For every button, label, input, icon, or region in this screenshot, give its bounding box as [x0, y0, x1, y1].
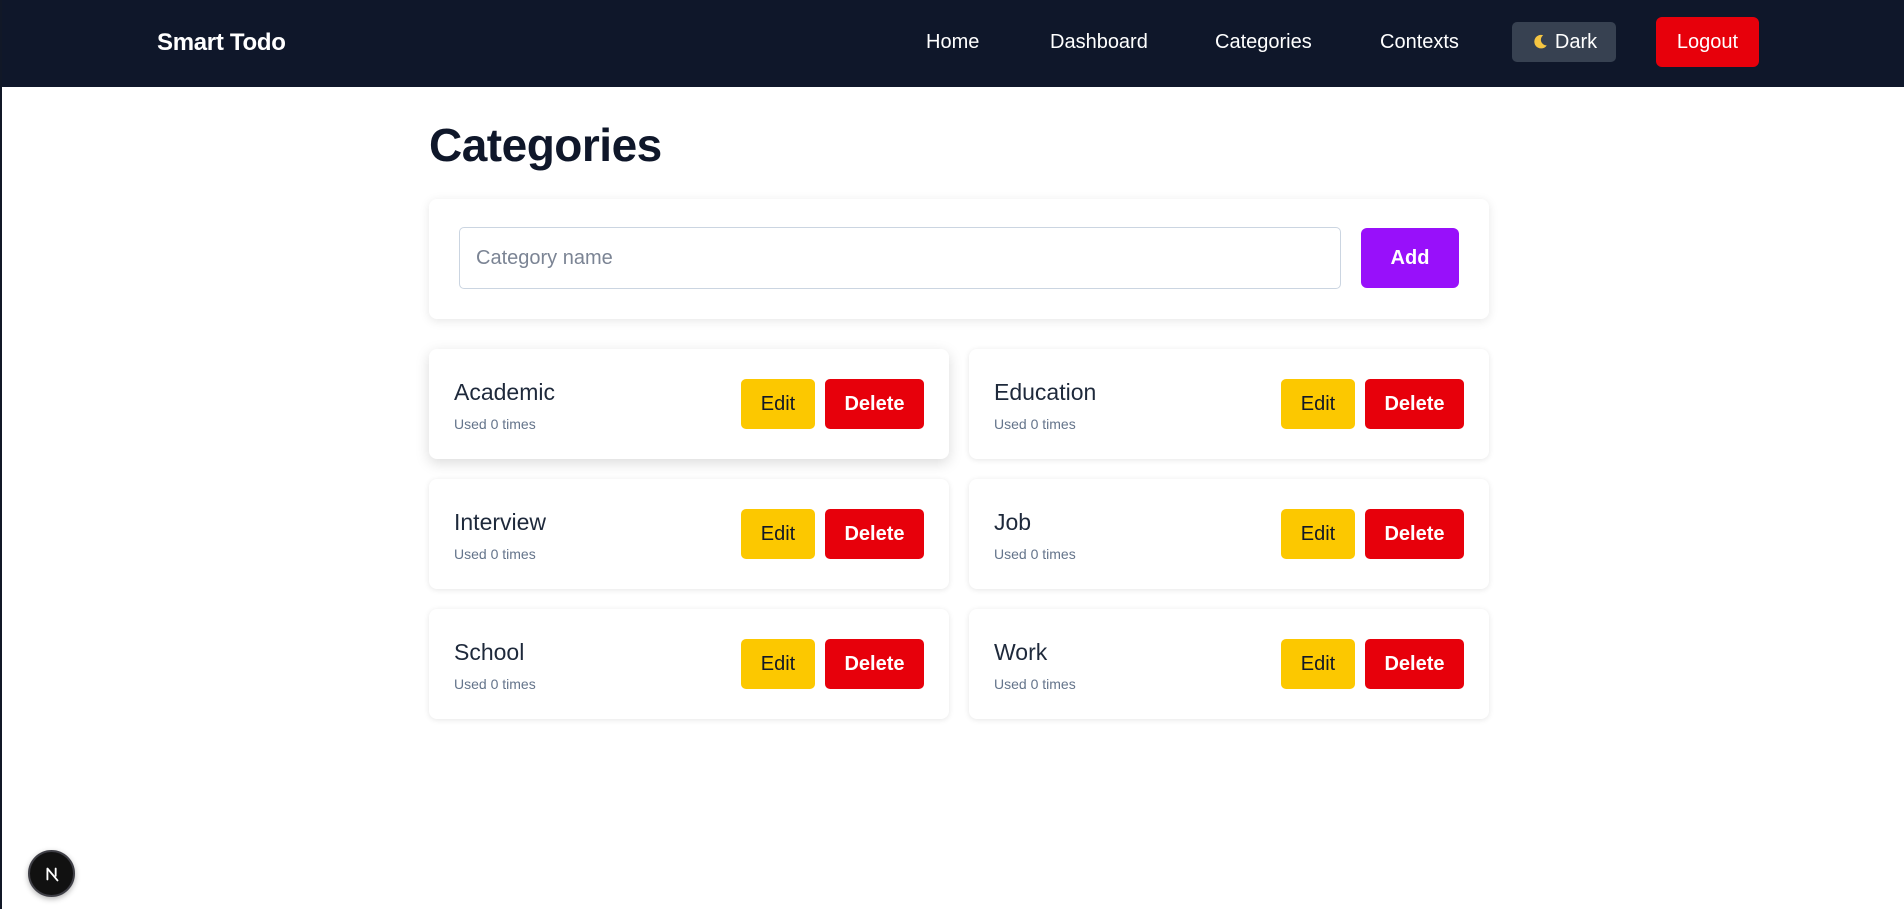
page-title: Categories	[429, 119, 662, 171]
category-name: School	[454, 639, 525, 665]
dark-mode-toggle[interactable]: Dark	[1512, 22, 1616, 62]
delete-category-button[interactable]: Delete	[825, 379, 924, 429]
edit-category-button[interactable]: Edit	[741, 509, 815, 559]
moon-icon	[1531, 33, 1549, 51]
category-card: School Used 0 times Edit Delete	[429, 609, 949, 719]
category-usage: Used 0 times	[994, 416, 1076, 432]
category-card: Job Used 0 times Edit Delete	[969, 479, 1489, 589]
delete-category-button[interactable]: Delete	[825, 509, 924, 559]
nextjs-dev-badge[interactable]	[28, 850, 75, 897]
category-card: Academic Used 0 times Edit Delete	[429, 349, 949, 459]
category-name: Work	[994, 639, 1048, 665]
category-usage: Used 0 times	[454, 676, 536, 692]
category-name: Academic	[454, 379, 555, 405]
nextjs-logo-icon	[41, 863, 63, 885]
category-name: Job	[994, 509, 1032, 535]
edit-category-button[interactable]: Edit	[741, 379, 815, 429]
nav-link-dashboard[interactable]: Dashboard	[1050, 31, 1148, 54]
category-name: Interview	[454, 509, 547, 535]
delete-category-button[interactable]: Delete	[825, 639, 924, 689]
nav-link-contexts[interactable]: Contexts	[1380, 31, 1459, 54]
top-navbar: Smart Todo Home Dashboard Categories Con…	[2, 0, 1904, 87]
category-name-input[interactable]	[459, 227, 1341, 289]
nav-links: Home Dashboard Categories Contexts	[2, 0, 1904, 87]
nav-link-home[interactable]: Home	[926, 31, 979, 54]
delete-category-button[interactable]: Delete	[1365, 509, 1464, 559]
category-card: Interview Used 0 times Edit Delete	[429, 479, 949, 589]
edit-category-button[interactable]: Edit	[741, 639, 815, 689]
add-category-card: Add	[429, 199, 1489, 319]
dark-mode-label: Dark	[1554, 30, 1598, 53]
nav-link-categories[interactable]: Categories	[1215, 31, 1312, 54]
edit-category-button[interactable]: Edit	[1281, 379, 1355, 429]
category-usage: Used 0 times	[994, 676, 1076, 692]
logout-button[interactable]: Logout	[1656, 17, 1759, 67]
delete-category-button[interactable]: Delete	[1365, 379, 1464, 429]
category-usage: Used 0 times	[454, 546, 536, 562]
category-card: Work Used 0 times Edit Delete	[969, 609, 1489, 719]
add-category-button[interactable]: Add	[1361, 228, 1459, 288]
delete-category-button[interactable]: Delete	[1365, 639, 1464, 689]
category-card: Education Used 0 times Edit Delete	[969, 349, 1489, 459]
edit-category-button[interactable]: Edit	[1281, 639, 1355, 689]
category-usage: Used 0 times	[454, 416, 536, 432]
edit-category-button[interactable]: Edit	[1281, 509, 1355, 559]
category-usage: Used 0 times	[994, 546, 1076, 562]
category-name: Education	[994, 379, 1097, 405]
